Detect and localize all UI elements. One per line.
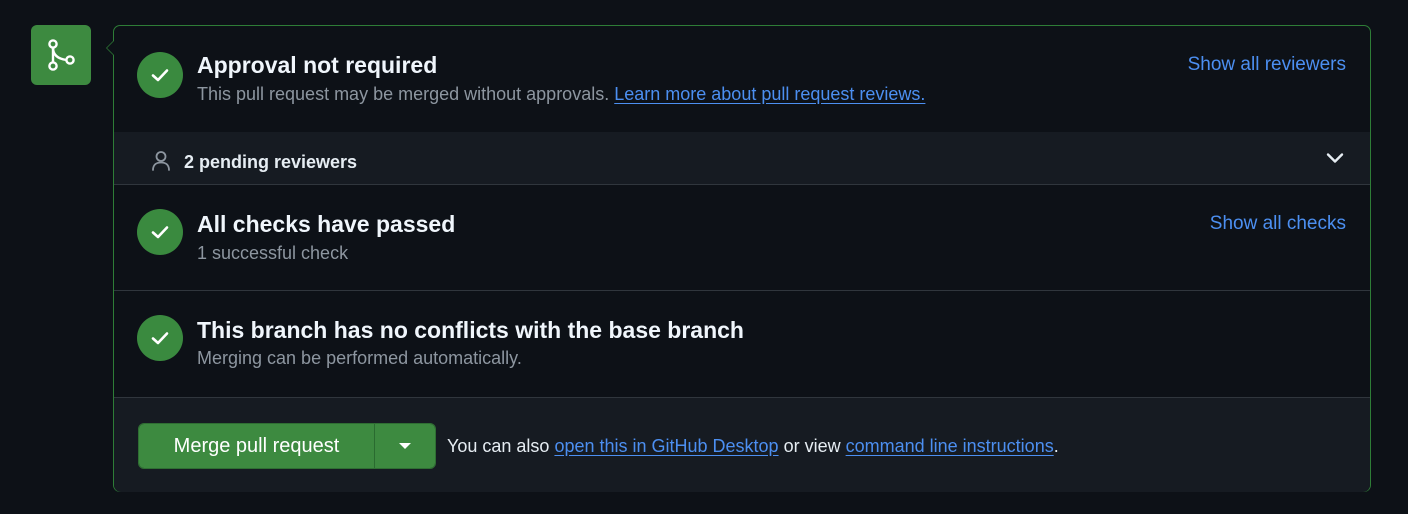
check-icon (151, 332, 169, 345)
command-line-instructions-link[interactable]: command line instructions (846, 436, 1054, 456)
approval-description: This pull request may be merged without … (197, 84, 610, 104)
open-github-desktop-link[interactable]: open this in GitHub Desktop (554, 436, 778, 456)
approval-check-badge (137, 52, 183, 98)
git-merge-icon (48, 39, 75, 71)
pending-reviewers-label: 2 pending reviewers (184, 152, 358, 172)
merge-alternatives-note: You can also open this in GitHub Desktop… (447, 436, 1059, 457)
checks-section: All checks have passed 1 successful chec… (114, 185, 1370, 291)
chevron-down-icon[interactable] (1326, 152, 1344, 164)
conflicts-check-badge (137, 315, 183, 361)
check-icon (151, 69, 169, 82)
person-icon (152, 151, 170, 171)
pending-reviewers-row[interactable]: 2 pending reviewers (114, 132, 1370, 185)
checks-description: 1 successful check (197, 243, 349, 263)
approval-title: Approval not required (197, 52, 438, 78)
merge-section: Merge pull request You can also open thi… (114, 398, 1370, 492)
show-all-checks-link[interactable]: Show all checks (1210, 213, 1346, 235)
merge-pull-request-button[interactable]: Merge pull request (139, 424, 374, 468)
conflicts-section: This branch has no conflicts with the ba… (114, 291, 1370, 398)
triangle-down-icon (399, 443, 411, 449)
panel-pointer (106, 40, 114, 56)
merge-note-middle: or view (783, 436, 841, 456)
merge-button-group: Merge pull request (138, 423, 436, 469)
conflicts-title: This branch has no conflicts with the ba… (197, 317, 744, 343)
merge-status-panel: Approval not required This pull request … (106, 25, 1371, 492)
checks-check-badge (137, 209, 183, 255)
learn-more-link[interactable]: Learn more about pull request reviews. (614, 84, 925, 104)
checks-title: All checks have passed (197, 211, 456, 237)
show-all-reviewers-link[interactable]: Show all reviewers (1188, 54, 1346, 76)
merge-note-suffix: . (1053, 436, 1059, 456)
git-merge-badge (31, 25, 91, 85)
check-icon (151, 226, 169, 239)
approval-section: Approval not required This pull request … (114, 26, 1370, 132)
approval-description-row: This pull request may be merged without … (197, 84, 925, 105)
merge-note-prefix: You can also (447, 436, 550, 456)
conflicts-description: Merging can be performed automatically. (197, 348, 522, 368)
merge-options-dropdown-button[interactable] (374, 424, 435, 468)
